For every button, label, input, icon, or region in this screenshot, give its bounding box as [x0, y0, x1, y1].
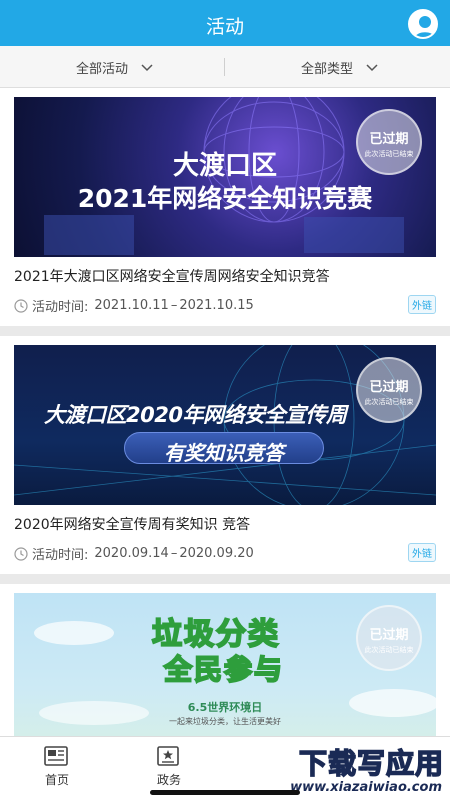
- stamp-text: 已过期: [369, 132, 409, 147]
- banner-subheadline: 全民参与: [163, 652, 285, 687]
- filter-all-activities[interactable]: 全部活动: [76, 46, 154, 88]
- banner-subheadline: 有奖知识竞答: [164, 441, 284, 465]
- time-label: 活动时间:: [32, 300, 89, 315]
- activity-title[interactable]: 2021年大渡口区网络安全宣传周网络安全知识竞答: [14, 266, 330, 286]
- time-label: 活动时间:: [32, 548, 89, 563]
- chevron-down-icon: [366, 64, 378, 72]
- date-start: 2020.09.14: [94, 546, 169, 561]
- clock-icon: [14, 546, 28, 561]
- external-link-badge: 外链: [408, 295, 436, 314]
- activity-card[interactable]: 大渡口区2020年网络安全宣传周 有奖知识竞答 已过期 此次活动已结束 2020…: [0, 336, 450, 574]
- activity-title[interactable]: 2020年网络安全宣传周有奖知识 竞答: [14, 514, 250, 534]
- newspaper-icon: [44, 746, 68, 766]
- activity-banner[interactable]: 大渡口区 2021年网络安全知识竞赛 已过期 此次活动已结束: [14, 97, 436, 257]
- activity-list[interactable]: 大渡口区 2021年网络安全知识竞赛 已过期 此次活动已结束 2021年大渡口区…: [0, 88, 450, 736]
- filter-label: 全部活动: [76, 61, 129, 77]
- external-link-badge: 外链: [408, 543, 436, 562]
- filter-all-types[interactable]: 全部类型: [301, 46, 379, 88]
- filter-label: 全部类型: [301, 61, 354, 77]
- banner-slogan: 一起来垃圾分类，让生活更美好: [169, 717, 281, 726]
- stamp-text: 已过期: [369, 628, 409, 643]
- date-separator: –: [170, 546, 178, 561]
- activity-time: 活动时间: 2021.10.11 – 2021.10.15: [14, 296, 254, 315]
- page-title: 活动: [205, 16, 244, 38]
- filter-divider: [224, 58, 225, 76]
- watermark-url: www.xiazaiwiao.com: [290, 780, 442, 795]
- expired-stamp: 已过期 此次活动已结束: [356, 109, 422, 175]
- expired-stamp: 已过期 此次活动已结束: [356, 605, 422, 671]
- top-bar: 活动: [0, 0, 450, 46]
- chevron-down-icon: [141, 64, 153, 72]
- home-indicator[interactable]: [150, 790, 300, 795]
- clock-icon: [14, 298, 28, 313]
- filter-bar: 全部活动 全部类型: [0, 46, 450, 88]
- tab-label: 政务: [156, 773, 181, 787]
- stamp-text: 已过期: [369, 380, 409, 395]
- stamp-subtext: 此次活动已结束: [364, 398, 414, 406]
- activity-time: 活动时间: 2020.09.14 – 2020.09.20: [14, 544, 254, 563]
- government-icon: [157, 746, 179, 766]
- stamp-subtext: 此次活动已结束: [364, 150, 414, 158]
- tab-label: 首页: [44, 773, 69, 787]
- activity-banner[interactable]: 大渡口区2020年网络安全宣传周 有奖知识竞答 已过期 此次活动已结束: [14, 345, 436, 505]
- stamp-subtext: 此次活动已结束: [364, 646, 414, 654]
- activity-card[interactable]: 垃圾分类 全民参与 6.5世界环境日 一起来垃圾分类，让生活更美好 已过期 此次…: [0, 584, 450, 736]
- date-end: 2021.10.15: [179, 298, 254, 313]
- date-start: 2021.10.11: [94, 298, 169, 313]
- activity-banner[interactable]: 垃圾分类 全民参与 6.5世界环境日 一起来垃圾分类，让生活更美好 已过期 此次…: [14, 593, 436, 736]
- date-end: 2020.09.20: [179, 546, 254, 561]
- banner-subheadline: 2021年网络安全知识竞赛: [77, 184, 373, 213]
- activity-card[interactable]: 大渡口区 2021年网络安全知识竞赛 已过期 此次活动已结束 2021年大渡口区…: [0, 88, 450, 326]
- expired-stamp: 已过期 此次活动已结束: [356, 357, 422, 423]
- banner-caption: 6.5世界环境日: [187, 701, 263, 714]
- banner-headline: 大渡口区2020年网络安全宣传周: [44, 403, 347, 427]
- date-separator: –: [170, 298, 178, 313]
- tab-home[interactable]: 首页: [12, 737, 102, 800]
- banner-headline: 垃圾分类: [151, 616, 280, 653]
- user-icon[interactable]: [408, 9, 438, 39]
- watermark-title: 下载写应用: [298, 746, 444, 781]
